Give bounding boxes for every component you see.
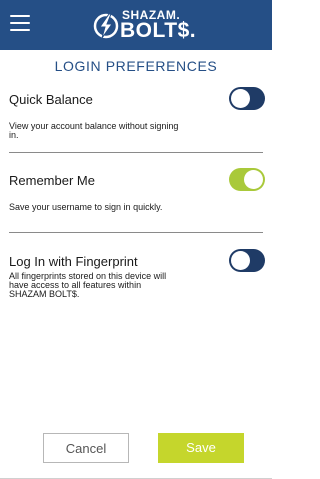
quick-balance-toggle[interactable]: [229, 87, 265, 110]
setting-fingerprint-login: Log In with Fingerprint All fingerprints…: [0, 245, 272, 325]
toggle-knob: [244, 170, 263, 189]
app-header: SHAZAM. BOLT$.: [0, 0, 272, 50]
setting-label: Remember Me: [9, 173, 95, 188]
setting-description: View your account balance without signin…: [9, 121, 179, 140]
setting-label: Log In with Fingerprint: [9, 254, 138, 269]
cancel-button[interactable]: Cancel: [43, 433, 129, 463]
logo-text-bolts: BOLT$.: [120, 19, 197, 42]
page-title: LOGIN PREFERENCES: [54, 58, 218, 74]
app-logo: SHAZAM. BOLT$.: [92, 5, 202, 45]
setting-description: All fingerprints stored on this device w…: [9, 271, 167, 299]
setting-label: Quick Balance: [9, 92, 93, 107]
hamburger-menu-icon[interactable]: [10, 13, 30, 33]
setting-description: Save your username to sign in quickly.: [9, 202, 163, 212]
divider: [9, 232, 263, 233]
save-button[interactable]: Save: [158, 433, 244, 463]
divider: [9, 152, 263, 153]
setting-quick-balance: Quick Balance View your account balance …: [0, 85, 272, 155]
setting-remember-me: Remember Me Save your username to sign i…: [0, 166, 272, 236]
fingerprint-toggle[interactable]: [229, 249, 265, 272]
lightning-bolt-icon: [93, 13, 119, 39]
toggle-knob: [231, 251, 250, 270]
toggle-knob: [231, 89, 250, 108]
remember-me-toggle[interactable]: [229, 168, 265, 191]
